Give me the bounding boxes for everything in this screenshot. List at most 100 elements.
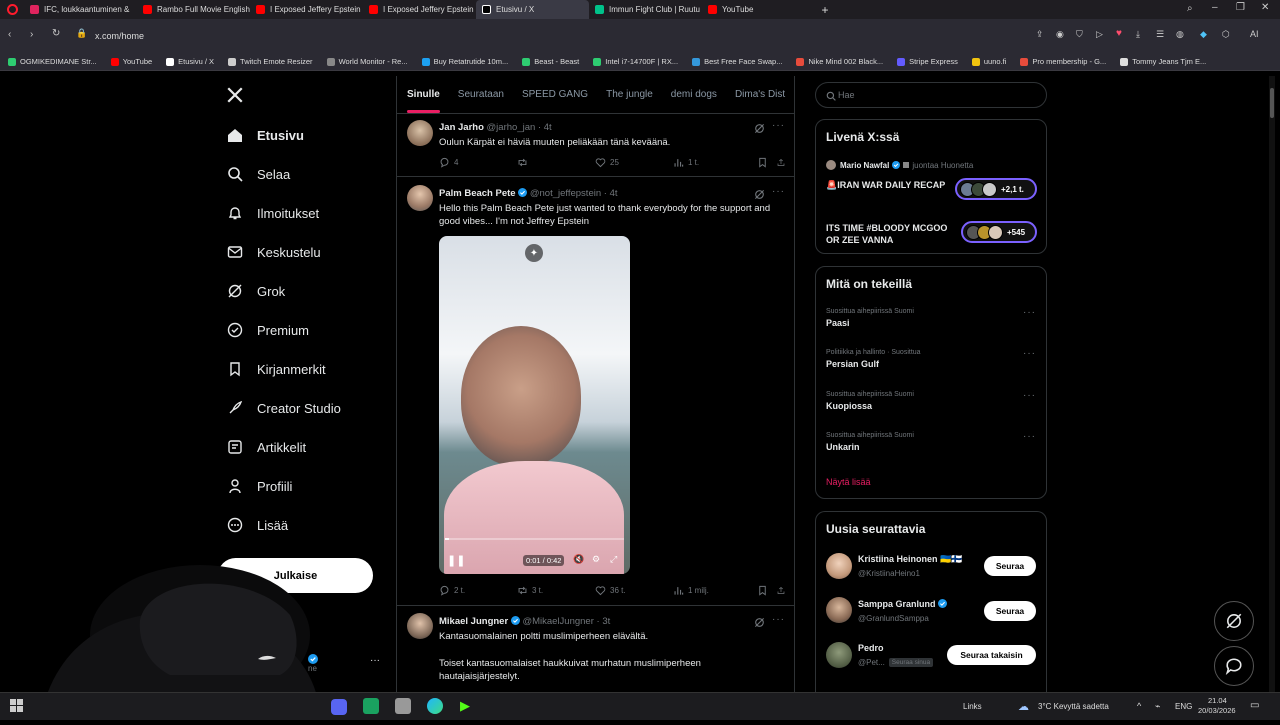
bookmark[interactable]: Nike Mind 002 Black... [796,57,883,66]
user-name[interactable]: Kristiina Heinonen 🇺🇦🇫🇮 [858,554,962,565]
close-window-icon[interactable]: ✕ [1261,2,1269,13]
trend-item[interactable]: Suosittua aihepiirissä Suomi Kuopiossa [826,391,914,411]
live-room-listeners[interactable]: +2,1 t. [955,178,1037,200]
author-name[interactable]: Palm Beach Pete [439,188,516,199]
views-button[interactable]: 1 t. [673,157,757,168]
forward-icon[interactable]: › [30,29,33,40]
tab-list[interactable]: demi dogs [671,89,717,100]
kick-app-icon[interactable]: ▶ [460,698,470,714]
avatar[interactable] [407,120,433,146]
tray-chevron-icon[interactable]: ^ [1137,701,1141,711]
video-player[interactable]: ✦ ❚❚ 0:01 / 0:42 🔇 ⚙ ⤢ [439,236,630,574]
trend-more-icon[interactable]: ··· [1023,307,1036,318]
tab-list[interactable]: Dima's Dist [735,89,785,100]
nav-item-explore[interactable]: Selaa [226,165,290,183]
grok-video-icon[interactable]: ✦ [525,244,543,262]
trend-item[interactable]: Suosittua aihepiirissä Suomi Unkarin [826,432,914,452]
trend-item[interactable]: Politiikka ja hallinto · Suosittua Persi… [826,349,921,369]
trend-item[interactable]: Suosittua aihepiirissä Suomi Paasi [826,308,914,328]
user-handle[interactable]: @KristiinaHeino1 [858,569,920,578]
user-name[interactable]: Pedro [858,643,884,653]
avatar[interactable] [826,553,852,579]
new-tab-icon[interactable]: + [815,0,835,19]
ai-icon[interactable]: AI [1250,29,1259,39]
links-toolbar[interactable]: Links [963,702,982,711]
share-icon[interactable]: ⇪ [1036,29,1044,40]
browser-tab[interactable]: I Exposed Jeffery Epstein [363,0,476,19]
browser-tab[interactable]: YouTube [702,0,815,19]
fullscreen-icon[interactable]: ⤢ [610,554,617,565]
avatar[interactable] [826,597,852,623]
live-host[interactable]: Mario Nawfal juontaa Huonetta [826,160,973,170]
minimize-icon[interactable]: – [1212,2,1218,13]
browser-tab[interactable]: Rambo Full Movie English [137,0,250,19]
trend-more-icon[interactable]: ··· [1023,390,1036,401]
nav-item-notifications[interactable]: Ilmoitukset [226,204,319,222]
show-more-link[interactable]: Näytä lisää [826,477,871,487]
author-handle[interactable]: @not_jeffepstein [530,188,601,199]
account-more-icon[interactable]: ··· [370,655,380,666]
search-input[interactable]: Hae [815,82,1047,108]
settings-gear-icon[interactable]: ⚙ [592,554,600,565]
grok-fab-button[interactable] [1214,601,1254,641]
author-handle[interactable]: @MikaelJungner [522,616,593,627]
author-name[interactable]: Jan Jarho [439,122,484,133]
follow-button[interactable]: Seuraa [984,601,1036,621]
maximize-icon[interactable]: ❐ [1236,2,1245,13]
nav-item-creator-studio[interactable]: Creator Studio [226,399,341,417]
follow-button[interactable]: Seuraa [984,556,1036,576]
author-name[interactable]: Mikael Jungner [439,616,508,627]
browser-tab[interactable]: IFC, loukkaantuminen & [24,0,137,19]
live-room-title[interactable]: 🚨IRAN WAR DAILY RECAP [826,179,946,191]
pause-icon[interactable]: ❚❚ [447,554,465,567]
language-indicator[interactable]: ENG [1175,702,1192,711]
user-name-row[interactable]: Samppa Granlund [858,599,948,609]
spreadsheet-app-icon[interactable] [363,698,379,714]
bookmark[interactable]: Twitch Emote Resizer [228,57,313,66]
tab-list[interactable]: The jungle [606,89,653,100]
weather-text[interactable]: 3°C Kevyttä sadetta [1038,702,1109,711]
nav-item-bookmarks[interactable]: Kirjanmerkit [226,360,326,378]
back-icon[interactable]: ‹ [8,29,11,40]
user-handle[interactable]: @GranlundSamppa [858,614,929,623]
notifications-icon[interactable]: ▭ [1250,700,1259,711]
bookmark-button[interactable] [757,157,777,168]
reply-button[interactable]: 2 t. [439,585,517,596]
windows-start-icon[interactable] [10,699,24,713]
avatar[interactable] [407,613,433,639]
bookmark[interactable]: uuno.fi [971,57,1006,66]
browser-tab-active[interactable]: Etusivu / X [476,0,589,19]
bookmark[interactable]: Best Free Face Swap... [692,57,782,66]
bookmark[interactable]: YouTube [110,57,152,66]
post-more-icon[interactable]: ··· [772,120,785,131]
cube-icon[interactable]: ⬡ [1222,29,1230,40]
like-button[interactable]: 25 [595,157,673,168]
bookmark[interactable]: Beast - Beast [522,57,579,66]
reload-icon[interactable]: ↻ [52,28,60,39]
download-icon[interactable]: ⤓ [1136,29,1140,40]
reply-button[interactable]: 4 [439,157,517,168]
nav-item-home[interactable]: Etusivu [226,126,304,144]
repost-button[interactable]: 3 t. [517,585,595,596]
live-room-title[interactable]: ITS TIME #BLOODY MCGOO OR ZEE VANNA [826,222,951,246]
author-handle[interactable]: @jarho_jan [487,122,536,133]
app-icon[interactable] [395,698,411,714]
messages-fab-button[interactable] [1214,646,1254,686]
share-button[interactable] [777,585,789,596]
url-field[interactable]: x.com/home [95,31,144,41]
browser-tab[interactable]: Immun Fight Club | Ruutu [589,0,702,19]
follow-back-button[interactable]: Seuraa takaisin [947,645,1036,665]
user-handle[interactable]: @Pet... [858,658,885,667]
edge-icon[interactable] [427,698,443,714]
avatar[interactable] [826,642,852,668]
mute-icon[interactable]: 🔇 [573,554,584,565]
x-logo-icon[interactable] [226,86,244,109]
trend-more-icon[interactable]: ··· [1023,348,1036,359]
profile-icon[interactable]: ◍ [1176,29,1184,40]
nav-item-profile[interactable]: Profiili [226,477,292,495]
page-scrollbar[interactable] [1269,76,1275,692]
bookmark[interactable]: Tommy Jeans Tjm E... [1120,57,1206,66]
bookmark[interactable]: Intel i7-14700F | RX... [593,57,678,66]
play-icon[interactable]: ▷ [1096,29,1103,40]
nav-item-messages[interactable]: Keskustelu [226,243,321,261]
